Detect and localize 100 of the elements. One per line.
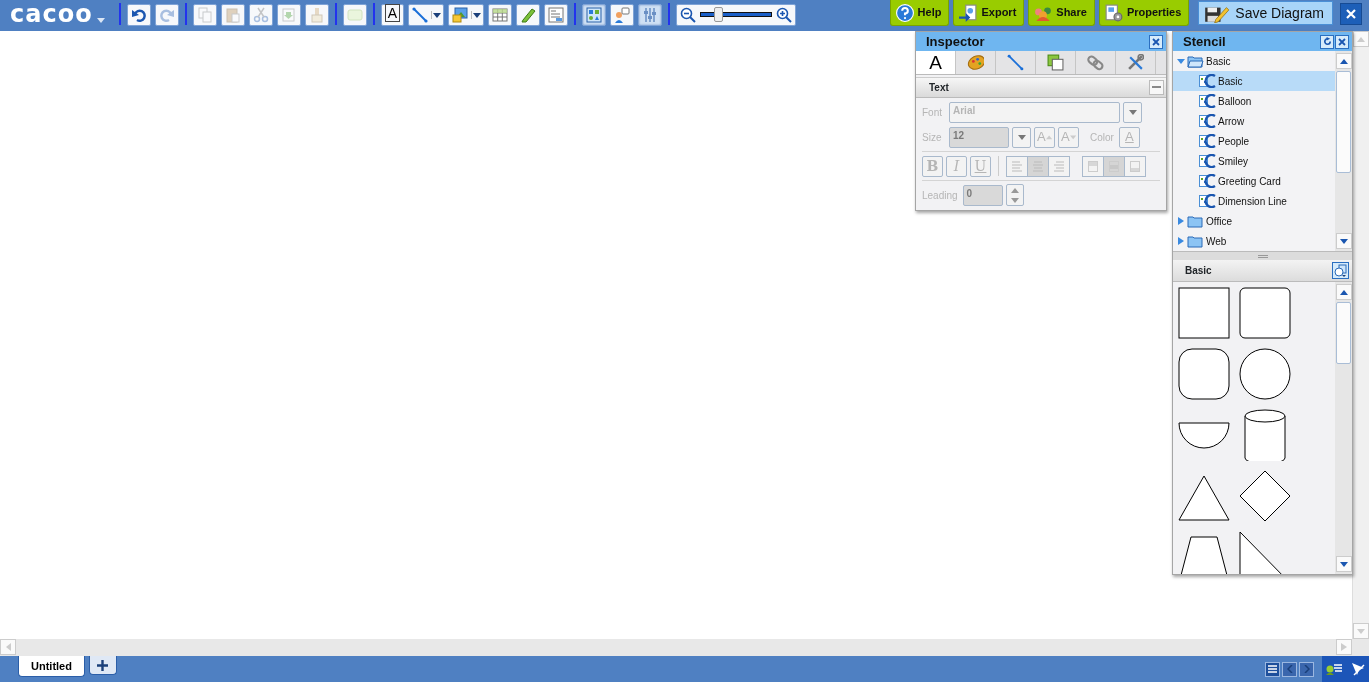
caret-icon [1017,133,1026,141]
save-diagram-button[interactable]: Save Diagram [1198,1,1333,25]
diamond-shape[interactable] [1239,470,1291,522]
undo-button[interactable] [126,3,151,26]
folder-icon [1187,214,1204,228]
properties-button[interactable]: Properties [1098,0,1190,26]
add-sheet-button[interactable] [88,656,117,675]
refresh-icon [1322,37,1332,46]
tree-item[interactable]: Basic [1173,71,1335,91]
chat-button[interactable] [1326,662,1343,676]
refresh-button[interactable] [1320,34,1335,49]
text-tool-button[interactable]: A [380,3,404,26]
round-square-shape[interactable] [1178,348,1230,400]
inspector-toggle-button[interactable] [637,3,662,26]
up-arrow-icon [1045,133,1052,141]
rectangle-icon [346,6,363,23]
tree-folder-row[interactable]: Office [1173,211,1335,231]
stencil-icon [1199,194,1216,208]
scrollbar-thumb[interactable] [1336,71,1351,173]
line-tool-button[interactable] [407,3,444,26]
page-gear-icon [1104,3,1123,22]
tree-item[interactable]: Balloon [1173,91,1335,111]
align-right-icon [1054,160,1064,172]
down-arrow-icon [1010,196,1019,204]
text-tab[interactable]: A [916,51,956,74]
collapse-button[interactable] [1149,80,1164,95]
line-icon [1007,54,1024,71]
brush-icon [308,6,325,23]
scroll-down-button[interactable] [1336,556,1352,572]
image-tool-button[interactable] [447,3,484,26]
logo[interactable]: cacoo [10,0,93,28]
rounded-square-shape[interactable] [1239,287,1291,339]
down-arrow-icon [1340,560,1348,568]
tree-item[interactable]: Smiley [1173,151,1335,171]
section-title: Text [929,81,949,95]
stencil-icon [1199,114,1216,128]
up-arrow-icon [1340,57,1348,65]
close-icon [1346,9,1356,19]
share-button[interactable]: Share [1028,0,1095,26]
tree-folder-row[interactable]: Basic [1173,51,1335,71]
scroll-up-button[interactable] [1336,53,1352,69]
up-arrow-icon [1340,288,1348,296]
square-icon [1047,54,1064,71]
next-sheet-button[interactable] [1299,661,1314,677]
sheet-tab[interactable]: Untitled [18,656,85,677]
table-tool-button[interactable] [487,3,512,26]
stencil-toggle-button[interactable] [581,3,606,26]
table-icon [491,6,508,23]
plus-icon [97,659,109,671]
field-label: Color [1090,130,1114,145]
right-arrow-icon [1340,643,1348,651]
tree-item[interactable]: Dimension Line [1173,191,1335,211]
stencil-options-icon [1334,264,1348,277]
form-tool-button[interactable] [543,3,568,26]
sheet-list-button[interactable] [1265,661,1280,677]
down-arrow-icon [1069,133,1076,141]
person-bubble-icon [613,6,630,23]
palette-options-button[interactable] [1332,262,1350,279]
up-arrow-icon [1357,35,1365,43]
palette-icon [967,54,984,71]
tree-item[interactable]: People [1173,131,1335,151]
sliders-icon [641,6,658,23]
up-arrow-icon [1010,186,1019,194]
pointer-button[interactable] [1350,662,1365,676]
minus-icon [1152,86,1161,89]
chain-link-icon [1087,54,1104,71]
tree-item[interactable]: Greeting Card [1173,171,1335,191]
zoom-out-button[interactable] [679,6,696,23]
tree-item[interactable]: Arrow [1173,111,1335,131]
square-shape[interactable] [1178,287,1230,339]
field-label: Font [922,105,943,120]
zoom-in-button[interactable] [775,6,792,23]
image-icon [451,6,468,23]
people-list-icon [1326,662,1343,676]
export-button[interactable]: Export [953,0,1025,26]
pencil-tool-button[interactable] [515,3,540,26]
tree-folder-row[interactable]: Web [1173,231,1335,251]
line-icon [411,6,428,23]
circle-shape[interactable] [1239,348,1291,400]
scroll-up-button[interactable] [1336,284,1352,300]
stencil-icon [1199,74,1216,88]
scrollbar[interactable] [1335,51,1352,251]
close-button[interactable] [1149,34,1164,49]
previous-sheet-button[interactable] [1282,661,1297,677]
scrollbar[interactable] [1335,282,1352,574]
close-button[interactable] [1335,34,1350,49]
copy-icon [196,6,213,23]
zoom-slider-thumb[interactable] [714,7,724,22]
scroll-down-button[interactable] [1336,233,1352,249]
form-icon [547,6,564,23]
comment-toggle-button[interactable] [609,3,634,26]
list-icon [1268,665,1277,673]
question-icon [895,3,914,22]
align-left-icon [1012,160,1022,172]
close-icon [1152,37,1161,46]
help-button[interactable]: Help [889,0,950,26]
close-button[interactable] [1340,3,1362,25]
pencil-icon [519,6,536,23]
pen-cursor-icon [1350,662,1365,676]
scrollbar-thumb[interactable] [1336,302,1351,364]
